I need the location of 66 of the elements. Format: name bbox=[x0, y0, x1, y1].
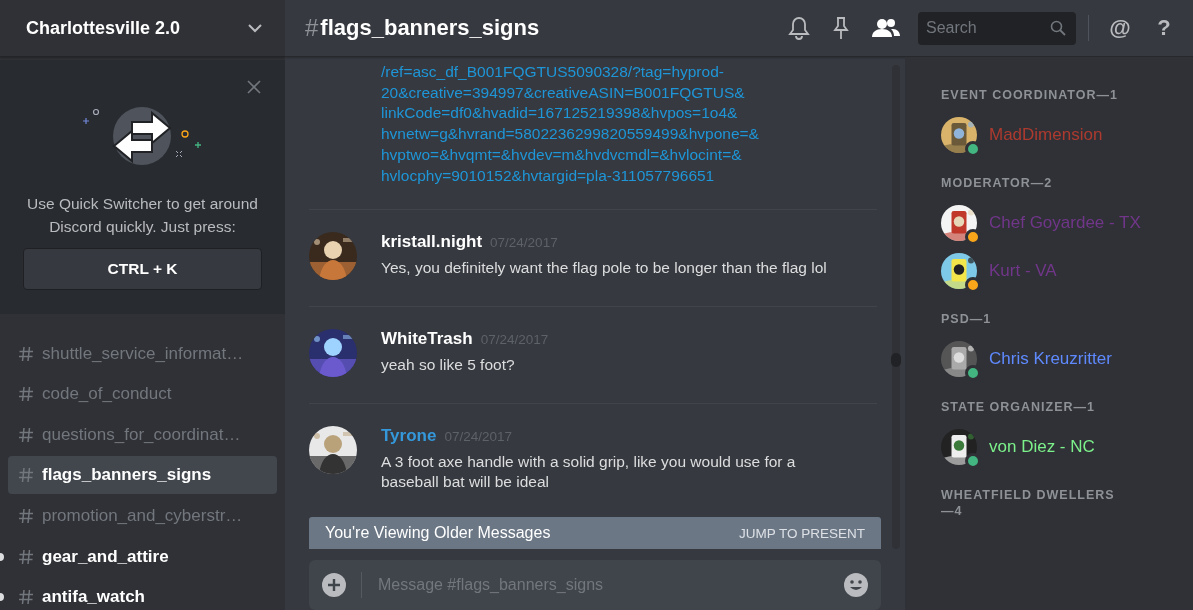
mentions-button[interactable]: @ bbox=[1105, 15, 1135, 41]
channel-item[interactable]: code_of_conduct bbox=[8, 375, 277, 414]
hash-icon bbox=[18, 386, 34, 403]
role-heading: WHEATFIELD DWELLERS—4 bbox=[941, 487, 1116, 519]
member-name: Chris Kreuzritter bbox=[989, 349, 1112, 369]
role-heading: MODERATOR—2 bbox=[941, 175, 1054, 191]
link[interactable]: hvnetw=g&hvrand=5802236299820559499&hvpone=& bbox=[381, 124, 877, 145]
hash-icon bbox=[18, 467, 34, 484]
member-name: MadDimension bbox=[989, 125, 1103, 145]
emoji-icon[interactable] bbox=[843, 571, 869, 598]
message-text: A 3 foot axe handle with a solid grip, like you would use for a baseball bat will be ideal bbox=[381, 452, 797, 493]
shortcut-button[interactable]: CTRL + K bbox=[23, 248, 262, 290]
quick-switcher-hint: Use Quick Switcher to get around Discord quickly. Just press: bbox=[26, 194, 259, 237]
channel-item[interactable]: antifa_watch bbox=[8, 578, 277, 610]
add-icon[interactable] bbox=[321, 571, 347, 598]
channel-item[interactable]: gear_and_attire bbox=[8, 537, 277, 576]
hash-icon bbox=[18, 507, 34, 524]
bell-icon[interactable] bbox=[788, 16, 810, 40]
link[interactable]: hvptwo=&hvqmt=&hvdev=m&hvdvcmdl=&hvlocint=& bbox=[381, 144, 877, 166]
close-icon[interactable] bbox=[247, 80, 261, 94]
server-name: Charlottesville 2.0 bbox=[26, 17, 181, 39]
author-name[interactable]: kristall.night bbox=[381, 232, 483, 253]
hash-icon bbox=[18, 345, 34, 362]
channel-name: promotion_and_cyberstr… bbox=[42, 505, 243, 526]
scrollbar[interactable] bbox=[892, 65, 900, 549]
server-header[interactable]: Charlottesville 2.0 bbox=[0, 0, 285, 57]
member-item[interactable]: MadDimension bbox=[941, 117, 1193, 153]
older-messages-label: You're Viewing Older Messages bbox=[325, 524, 551, 542]
message-text: yeah so like 5 foot? bbox=[381, 355, 516, 376]
channel-item[interactable]: promotion_and_cyberstr… bbox=[8, 496, 277, 535]
channel-title: flags_banners_signs bbox=[320, 15, 540, 41]
link[interactable]: /ref=asc_df_B001FQGTUS5090328/?tag=hyprod- bbox=[381, 62, 877, 83]
member-name: Kurt - VA bbox=[989, 261, 1057, 281]
channel-name: shuttle_service_informat… bbox=[42, 343, 244, 364]
member-item[interactable]: Chris Kreuzritter bbox=[941, 341, 1193, 377]
role-heading: EVENT COORDINATOR—1 bbox=[941, 87, 1119, 103]
author-name[interactable]: Tyrone bbox=[381, 426, 437, 447]
channel-name: gear_and_attire bbox=[42, 546, 169, 567]
role-heading: STATE ORGANIZER—1 bbox=[941, 399, 1097, 415]
channel-name: flags_banners_signs bbox=[42, 465, 212, 486]
channel-item[interactable]: questions_for_coordinat… bbox=[8, 415, 277, 454]
hash-icon bbox=[18, 426, 34, 443]
channel-item[interactable]: flags_banners_signs bbox=[8, 456, 277, 495]
channel-name: code_of_conduct bbox=[42, 384, 172, 405]
link[interactable]: hvlocphy=9010152&hvtargid=pla-311057796651 bbox=[381, 165, 877, 187]
hash-icon bbox=[18, 589, 34, 606]
role-heading: PSD—1 bbox=[941, 311, 993, 327]
link[interactable]: 20&creative=394997&creativeASIN=B001FQGTUS& bbox=[381, 82, 877, 104]
search-field[interactable]: Search bbox=[918, 11, 1076, 45]
channel-name: questions_for_coordinat… bbox=[42, 424, 241, 445]
search-icon bbox=[1050, 19, 1066, 36]
author-name[interactable]: WhiteTrash bbox=[381, 329, 473, 350]
chevron-down-icon bbox=[247, 23, 263, 33]
channel-name: antifa_watch bbox=[42, 587, 145, 608]
link[interactable]: linkCode=df0&hvadid=167125219398&hvpos=1o4& bbox=[381, 103, 877, 125]
members-icon[interactable] bbox=[872, 18, 900, 38]
member-name: von Diez - NC bbox=[989, 437, 1095, 457]
message-text: Yes, you definitely want the flag pole to be longer than the flag lol bbox=[381, 258, 828, 279]
member-name: Chef Goyardee - TX bbox=[989, 213, 1141, 233]
channel-hash: # bbox=[305, 14, 319, 42]
help-button[interactable]: ? bbox=[1149, 15, 1179, 41]
hash-icon bbox=[18, 548, 34, 565]
jump-to-present-link[interactable]: JUMP TO PRESENT bbox=[738, 525, 865, 541]
member-item[interactable]: von Diez - NC bbox=[941, 429, 1193, 465]
channel-item[interactable]: shuttle_service_informat… bbox=[8, 334, 277, 373]
pin-icon[interactable] bbox=[832, 16, 850, 40]
